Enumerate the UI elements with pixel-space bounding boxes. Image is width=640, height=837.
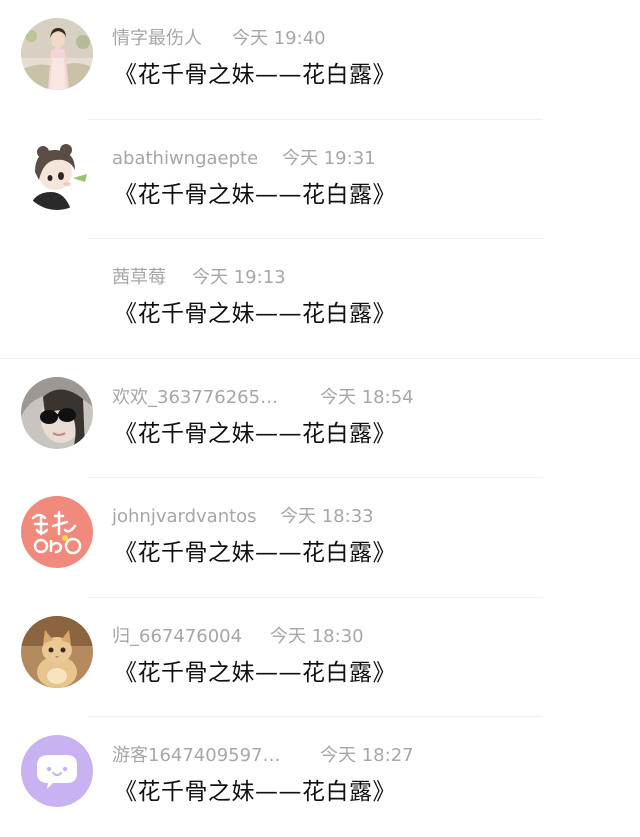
sunglasses-woman-avatar-icon <box>21 376 93 449</box>
username[interactable]: abathiwngaepte <box>112 148 258 169</box>
comment-text: 《花千骨之妹——花白露》 <box>114 659 396 686</box>
timestamp: 今天 19:31 <box>282 147 376 169</box>
purple-chat-bubble-avatar-icon <box>21 735 93 807</box>
timestamp: 今天 18:30 <box>270 625 364 647</box>
user-avatar[interactable] <box>21 735 93 807</box>
timestamp: 今天 19:13 <box>192 267 286 288</box>
comment-item[interactable]: abathiwngaepte 今天 19:31 《花千骨之妹——花白露》 <box>0 120 640 240</box>
username[interactable]: 归_667476004 <box>112 626 242 647</box>
cartoon-girl-avatar-icon <box>21 137 93 210</box>
username[interactable]: 茜草莓 <box>112 267 166 288</box>
user-avatar[interactable] <box>21 615 93 688</box>
user-avatar[interactable] <box>21 376 93 449</box>
timestamp: 今天 18:54 <box>320 386 414 408</box>
comment-item[interactable]: johnjvardvantos 今天 18:33 《花千骨之妹——花白露》 <box>0 478 640 598</box>
comment-text: 《花千骨之妹——花白露》 <box>114 181 396 208</box>
user-avatar[interactable] <box>21 137 93 210</box>
comment-meta: 归_667476004 今天 18:30 <box>112 625 364 649</box>
comment-item[interactable]: 游客1647409597… 今天 18:27 《花千骨之妹——花白露》 <box>0 717 640 837</box>
comment-item[interactable]: 欢欢_363776265… 今天 18:54 《花千骨之妹——花白露》 <box>0 359 640 479</box>
coral-calligraphy-avatar-icon <box>21 496 93 568</box>
comment-item[interactable]: 情字最伤人 今天 19:40 《花千骨之妹——花白露》 <box>0 0 640 120</box>
comment-meta: abathiwngaepte 今天 19:31 <box>112 147 376 171</box>
user-avatar[interactable] <box>21 496 93 568</box>
comment-text: 《花千骨之妹——花白露》 <box>114 301 396 327</box>
girl-hanfu-avatar-icon <box>21 18 93 90</box>
timestamp: 今天 18:33 <box>280 506 374 527</box>
comment-meta: johnjvardvantos 今天 18:33 <box>112 505 374 529</box>
cat-avatar-icon <box>21 615 93 688</box>
comment-text: 《花千骨之妹——花白露》 <box>114 62 396 88</box>
comment-text: 《花千骨之妹——花白露》 <box>114 779 396 805</box>
comment-meta: 茜草莓 今天 19:13 <box>112 266 286 290</box>
username[interactable]: 游客1647409597… <box>112 745 281 766</box>
comment-meta: 情字最伤人 今天 19:40 <box>112 27 326 51</box>
timestamp: 今天 19:40 <box>232 28 326 49</box>
user-avatar[interactable] <box>21 18 93 90</box>
username[interactable]: 欢欢_363776265… <box>112 387 278 408</box>
comment-text: 《花千骨之妹——花白露》 <box>114 540 396 566</box>
comment-meta: 欢欢_363776265… 今天 18:54 <box>112 386 414 410</box>
comment-text: 《花千骨之妹——花白露》 <box>114 420 396 447</box>
timestamp: 今天 18:27 <box>320 745 414 766</box>
comment-item[interactable]: 归_667476004 今天 18:30 《花千骨之妹——花白露》 <box>0 598 640 718</box>
username[interactable]: johnjvardvantos <box>112 506 257 527</box>
comment-list: 情字最伤人 今天 19:40 《花千骨之妹——花白露》 abathiwngaep… <box>0 0 640 837</box>
username[interactable]: 情字最伤人 <box>112 28 202 49</box>
comment-item[interactable]: 茜草莓 今天 19:13 《花千骨之妹——花白露》 <box>0 239 640 359</box>
comment-meta: 游客1647409597… 今天 18:27 <box>112 744 414 768</box>
